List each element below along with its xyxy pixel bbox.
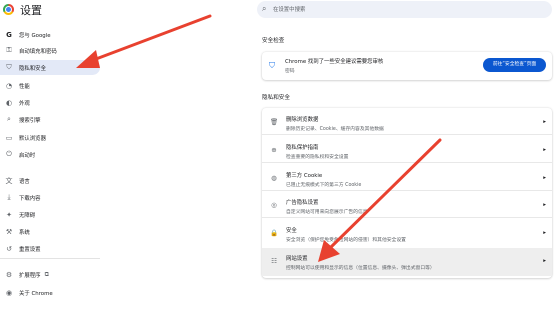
reset-icon: ↺ — [6, 244, 12, 253]
search-icon: ⌕ — [262, 4, 267, 13]
sidebar-item-downloads[interactable]: ⤓ 下载内容 — [0, 190, 100, 205]
row-security[interactable]: 🔒 安全 安全浏览（保护您免受危险网站的侵害）和其他安全设置 ▸ — [262, 222, 552, 246]
row-subtitle: 安全浏览（保护您免受危险网站的侵害）和其他安全设置 — [286, 238, 406, 243]
search-bar[interactable]: ⌕ — [257, 1, 552, 18]
chrome-icon: ◉ — [5, 288, 13, 297]
sidebar-item-label: 重置设置 — [19, 246, 41, 253]
trash-icon: 🗑 — [270, 118, 279, 126]
sidebar-item-label: 搜索引擎 — [19, 117, 41, 124]
sidebar-item-label: 下载内容 — [19, 195, 41, 202]
sidebar-item-appearance[interactable]: ◐ 外观 — [0, 95, 100, 110]
accessibility-icon: ✦ — [6, 210, 12, 219]
translate-icon: 文 — [5, 176, 13, 185]
sidebar-item-label: 无障碍 — [19, 212, 36, 219]
sidebar-item-label: 语言 — [19, 178, 30, 185]
chevron-right-icon: ▸ — [543, 202, 546, 208]
row-subtitle: 控制网站可以使用和显示的信息（位置信息、摄像头、弹出式窗口等） — [286, 266, 435, 271]
key-icon: ⚿ — [6, 46, 12, 54]
row-divider — [262, 162, 552, 163]
row-subtitle: 已阻止无痕模式下的第三方 Cookie — [286, 183, 362, 188]
google-icon: G — [6, 30, 12, 39]
row-title: 安全 — [286, 228, 297, 234]
row-site-settings[interactable]: ☷ 网站设置 控制网站可以使用和显示的信息（位置信息、摄像头、弹出式窗口等） ▸ — [262, 248, 552, 276]
row-title: 广告隐私设置 — [286, 200, 319, 206]
ad-privacy-icon: ◎ — [271, 201, 277, 209]
sidebar-item-privacy[interactable]: ⛉ 隐私和安全 — [0, 60, 100, 75]
row-divider — [262, 134, 552, 135]
row-third-party-cookies[interactable]: ◍ 第三方 Cookie 已阻止无痕模式下的第三方 Cookie ▸ — [262, 167, 552, 191]
go-to-safety-check-button[interactable]: 前往“安全检查”页面 — [483, 58, 546, 72]
privacy-security-card: 🗑 删除浏览数据 删除历史记录、Cookie、缓存内容及其他数据 ▸ ⊕ 隐私保… — [262, 108, 552, 278]
sidebar-item-default-browser[interactable]: ▭ 默认浏览器 — [0, 130, 100, 145]
safety-check-title: Chrome 找到了一些安全建议需要您审核 — [285, 59, 384, 65]
safety-check-subtitle: 密码 — [285, 69, 295, 74]
section-title-safety-check: 安全检查 — [262, 38, 285, 44]
sidebar-item-label: 默认浏览器 — [19, 135, 46, 142]
shield-icon: ⛉ — [6, 63, 12, 71]
row-privacy-guide[interactable]: ⊕ 隐私保护指南 检查重要的隐私权和安全设置 ▸ — [262, 139, 552, 163]
sidebar-item-search-engine[interactable]: ⌕ 搜索引擎 — [0, 112, 100, 127]
lock-icon: 🔒 — [270, 229, 279, 237]
chrome-logo-icon — [3, 4, 14, 15]
row-clear-browsing-data[interactable]: 🗑 删除浏览数据 删除历史记录、Cookie、缓存内容及其他数据 ▸ — [262, 111, 552, 135]
sidebar-item-about-chrome[interactable]: ◉ 关于 Chrome — [0, 285, 100, 300]
sidebar-item-label: 外观 — [19, 100, 30, 107]
sidebar-item-label: 扩展程序 — [19, 272, 41, 279]
external-link-icon: ⧉ — [44, 270, 49, 278]
sidebar-item-label: 您与 Google — [19, 32, 51, 39]
row-divider — [262, 190, 552, 191]
chevron-right-icon: ▸ — [543, 119, 546, 125]
privacy-guide-icon: ⊕ — [271, 146, 277, 154]
row-title: 第三方 Cookie — [286, 173, 323, 179]
sidebar-item-you-and-google[interactable]: G 您与 Google — [0, 27, 100, 42]
row-title: 删除浏览数据 — [286, 117, 319, 123]
row-subtitle: 删除历史记录、Cookie、缓存内容及其他数据 — [286, 127, 384, 132]
chevron-right-icon: ▸ — [543, 147, 546, 153]
header: 设置 ⌕ — [0, 0, 554, 20]
sidebar-item-system[interactable]: ⚒ 系统 — [0, 224, 100, 239]
sidebar-item-languages[interactable]: 文 语言 — [0, 173, 100, 188]
sidebar-item-reset[interactable]: ↺ 重置设置 — [0, 241, 100, 256]
sidebar-item-autofill[interactable]: ⚿ 自动填充和密码 — [0, 43, 100, 58]
puzzle-icon: ⚙ — [5, 270, 13, 279]
row-title: 隐私保护指南 — [286, 145, 319, 151]
safety-check-card: ⛉ Chrome 找到了一些安全建议需要您审核 密码 前往“安全检查”页面 — [262, 52, 552, 80]
row-divider — [262, 217, 552, 218]
sidebar-item-on-startup[interactable]: ⏻ 启动时 — [0, 147, 100, 162]
section-title-privacy: 隐私和安全 — [262, 95, 290, 101]
power-icon: ⏻ — [6, 150, 12, 158]
browser-icon: ▭ — [5, 133, 13, 142]
row-ad-privacy[interactable]: ◎ 广告隐私设置 自定义网站可用来向您展示广告的信息 ▸ — [262, 194, 552, 218]
wrench-icon: ⚒ — [5, 227, 13, 236]
sidebar-item-label: 系统 — [19, 229, 30, 236]
palette-icon: ◐ — [5, 98, 13, 107]
sidebar-item-label: 自动填充和密码 — [19, 48, 57, 55]
sidebar-item-performance[interactable]: ◔ 性能 — [0, 78, 100, 93]
site-settings-icon: ☷ — [271, 257, 277, 265]
chevron-right-icon: ▸ — [543, 175, 546, 181]
chevron-right-icon: ▸ — [543, 258, 546, 264]
sidebar-item-label: 启动时 — [19, 152, 36, 159]
search-input[interactable] — [273, 3, 543, 16]
download-icon: ⤓ — [7, 193, 11, 201]
sidebar-item-label: 隐私和安全 — [19, 65, 46, 72]
sidebar-item-label: 关于 Chrome — [19, 290, 53, 297]
sidebar-item-accessibility[interactable]: ✦ 无障碍 — [0, 207, 100, 222]
row-title: 网站设置 — [286, 256, 308, 262]
sidebar-item-extensions[interactable]: ⚙ 扩展程序 ⧉ — [0, 267, 100, 282]
sidebar-divider — [0, 258, 100, 259]
performance-icon: ◔ — [5, 81, 13, 90]
cookie-icon: ◍ — [271, 174, 277, 182]
page-title: 设置 — [20, 4, 42, 17]
row-subtitle: 检查重要的隐私权和安全设置 — [286, 155, 349, 160]
row-subtitle: 自定义网站可用来向您展示广告的信息 — [286, 210, 368, 215]
shield-check-icon: ⛉ — [269, 61, 275, 70]
search-icon: ⌕ — [7, 115, 11, 123]
sidebar-item-label: 性能 — [19, 83, 30, 90]
chevron-right-icon: ▸ — [543, 230, 546, 236]
